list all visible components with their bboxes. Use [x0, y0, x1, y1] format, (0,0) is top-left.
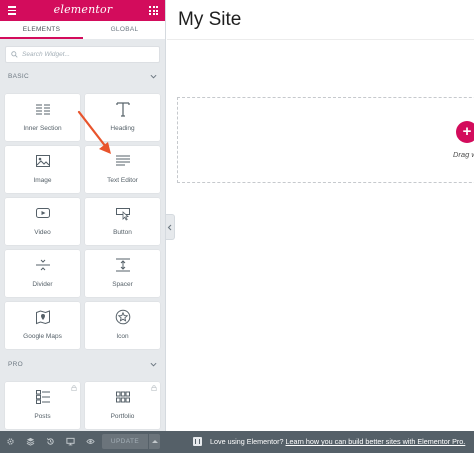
inner-section-icon [35, 104, 50, 115]
google-maps-icon [35, 310, 50, 325]
widget-label: Text Editor [107, 177, 138, 184]
text-editor-icon [115, 155, 130, 166]
button-icon [115, 208, 130, 221]
tab-global[interactable]: GLOBAL [83, 21, 165, 39]
drag-widget-hint: Drag w [453, 150, 474, 159]
add-section-button[interactable]: + [456, 121, 474, 143]
widget-portfolio[interactable]: Portfolio [85, 382, 160, 429]
search-icon [11, 51, 18, 58]
panel-header: elementor [0, 0, 165, 21]
notice-link[interactable]: Learn how you can build better sites wit… [286, 437, 466, 446]
search-box [5, 46, 160, 63]
chevron-down-icon [150, 362, 157, 367]
widget-divider[interactable]: Divider [5, 250, 80, 297]
widgets-grid-icon[interactable] [149, 6, 158, 15]
preview-icon[interactable] [86, 437, 95, 446]
search-input[interactable] [22, 51, 142, 58]
posts-icon [35, 390, 50, 404]
widget-label: Icon [116, 333, 129, 340]
widget-label: Video [34, 229, 51, 236]
widget-label: Image [33, 177, 52, 184]
section-pro-label: PRO [8, 361, 23, 368]
divider-icon [35, 259, 50, 271]
widget-label: Button [113, 229, 132, 236]
section-pro[interactable]: PRO [0, 358, 165, 372]
notice-message: Love using Elementor? [210, 437, 286, 446]
widget-inner-section[interactable]: Inner Section [5, 94, 80, 141]
widget-label: Portfolio [110, 413, 135, 420]
elementor-editor: elementor ELEMENTS GLOBAL BASIC Inner Se… [0, 0, 474, 453]
elements-panel: elementor ELEMENTS GLOBAL BASIC Inner Se… [0, 0, 166, 453]
responsive-icon[interactable] [66, 437, 75, 446]
heading-icon [115, 102, 130, 117]
settings-icon[interactable] [6, 437, 15, 446]
section-basic-label: BASIC [8, 73, 30, 80]
pro-notice-bar: Love using Elementor? Learn how you can … [166, 431, 474, 453]
widget-button[interactable]: Button [85, 198, 160, 245]
widget-label: Posts [34, 413, 51, 420]
panel-collapse-handle[interactable] [166, 214, 175, 240]
elementor-logo: elementor [53, 3, 113, 16]
tab-elements[interactable]: ELEMENTS [0, 21, 83, 39]
notice-text: Love using Elementor? Learn how you can … [210, 437, 465, 446]
video-icon [35, 208, 50, 218]
spacer-icon [115, 258, 130, 272]
section-basic[interactable]: BASIC [0, 70, 165, 84]
widget-posts[interactable]: Posts [5, 382, 80, 429]
header-divider [167, 39, 474, 40]
update-options-button[interactable] [148, 434, 160, 449]
navigator-icon[interactable] [26, 437, 35, 446]
widget-google-maps[interactable]: Google Maps [5, 302, 80, 349]
star-icon [115, 309, 130, 325]
widget-heading[interactable]: Heading [85, 94, 160, 141]
widget-label: Divider [32, 281, 53, 288]
widget-image[interactable]: Image [5, 146, 80, 193]
widget-label: Google Maps [23, 333, 62, 340]
caret-up-icon [152, 440, 158, 443]
widget-spacer[interactable]: Spacer [85, 250, 160, 297]
site-title: My Site [178, 9, 242, 30]
chevron-left-icon [167, 224, 172, 231]
empty-drop-zone[interactable] [177, 97, 474, 183]
widget-label: Spacer [112, 281, 133, 288]
widget-text-editor[interactable]: Text Editor [85, 146, 160, 193]
portfolio-icon [115, 391, 130, 403]
update-button[interactable]: UPDATE [102, 434, 148, 449]
chevron-down-icon [150, 74, 157, 79]
widget-video[interactable]: Video [5, 198, 80, 245]
widget-label: Inner Section [23, 125, 62, 132]
widget-icon[interactable]: Icon [85, 302, 160, 349]
panel-tabs: ELEMENTS GLOBAL [0, 21, 165, 40]
widget-label: Heading [110, 125, 135, 132]
image-icon [35, 155, 50, 167]
elementor-badge-icon [193, 437, 202, 446]
history-icon[interactable] [46, 437, 55, 446]
